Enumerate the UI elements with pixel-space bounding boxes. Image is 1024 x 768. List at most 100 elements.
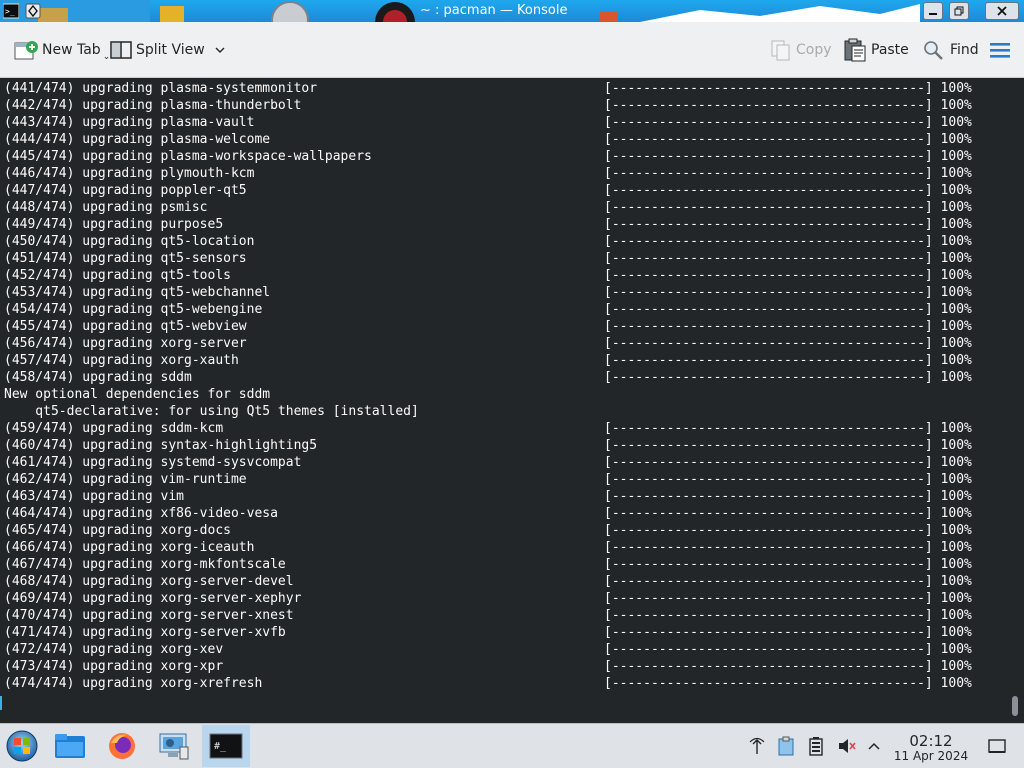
window-title: ~ : pacman — Konsole xyxy=(420,3,568,18)
konsole-toolbar: New Tab ⌄ Split View Copy Paste Find xyxy=(0,22,1024,78)
split-view-button[interactable]: Split View xyxy=(110,36,231,64)
terminal-line: (474/474) upgrading xorg-xrefresh [------… xyxy=(4,675,1004,692)
terminal-line-text: (442/474) upgrading plasma-thunderbolt xyxy=(4,98,302,113)
pin-icon[interactable] xyxy=(25,3,41,19)
terminal-scrollbar[interactable] xyxy=(1012,696,1018,716)
progress-bar-text: [---------------------------------------… xyxy=(604,234,972,249)
terminal-view[interactable]: (441/474) upgrading plasma-systemmonitor… xyxy=(0,78,1024,723)
copy-icon xyxy=(771,40,790,61)
progress-bar-text: [---------------------------------------… xyxy=(604,642,972,657)
terminal-line: (447/474) upgrading poppler-qt5 [--------… xyxy=(4,182,1004,199)
terminal-line: (443/474) upgrading plasma-vault [-------… xyxy=(4,114,1004,131)
terminal-line-text: (458/474) upgrading sddm xyxy=(4,370,192,385)
firefox-task[interactable] xyxy=(100,725,144,767)
new-tab-label: New Tab xyxy=(42,42,101,58)
terminal-line: (456/474) upgrading xorg-server [--------… xyxy=(4,335,1004,352)
clipboard-tray[interactable] xyxy=(776,736,796,756)
progress-bar-text: [---------------------------------------… xyxy=(604,98,972,113)
progress-bar-text: [---------------------------------------… xyxy=(604,438,972,453)
terminal-line-text: (465/474) upgrading xorg-docs xyxy=(4,523,231,538)
terminal-line: (472/474) upgrading xorg-xev [-----------… xyxy=(4,641,1004,658)
start-orb-icon xyxy=(6,730,38,762)
find-button[interactable]: Find xyxy=(922,36,979,64)
svg-text:#_: #_ xyxy=(214,741,227,752)
progress-bar-text: [---------------------------------------… xyxy=(604,676,972,691)
start-menu-button[interactable] xyxy=(0,725,44,767)
progress-bar-text: [---------------------------------------… xyxy=(604,574,972,589)
chevron-down-icon[interactable] xyxy=(213,43,227,57)
terminal-line: (464/474) upgrading xf86-video-vesa [----… xyxy=(4,505,1004,522)
terminal-line: New optional dependencies for sddm xyxy=(4,386,1004,403)
progress-bar-text: [---------------------------------------… xyxy=(604,455,972,470)
progress-bar-text: [---------------------------------------… xyxy=(604,149,972,164)
terminal-line-text: (463/474) upgrading vim xyxy=(4,489,185,504)
terminal-line-text: (461/474) upgrading systemd-sysvcompat xyxy=(4,455,302,470)
minimize-icon xyxy=(929,13,937,15)
terminal-line: (454/474) upgrading qt5-webengine [------… xyxy=(4,301,1004,318)
konsole-icon: #_ xyxy=(209,733,243,759)
paste-label: Paste xyxy=(871,42,909,58)
new-tab-icon xyxy=(14,41,38,60)
progress-bar-text: [---------------------------------------… xyxy=(604,489,972,504)
progress-bar-text: [---------------------------------------… xyxy=(604,251,972,266)
terminal-line-text: (467/474) upgrading xorg-mkfontscale xyxy=(4,557,286,572)
copy-button[interactable]: Copy xyxy=(770,36,832,64)
close-button[interactable] xyxy=(985,2,1019,20)
terminal-line-text: (468/474) upgrading xorg-server-devel xyxy=(4,574,294,589)
new-tab-button[interactable]: New Tab ⌄ xyxy=(14,36,110,64)
progress-bar-text: [---------------------------------------… xyxy=(604,421,972,436)
clipboard-icon xyxy=(778,736,794,756)
terminal-line-text: (447/474) upgrading poppler-qt5 xyxy=(4,183,247,198)
progress-bar-text: [---------------------------------------… xyxy=(604,336,972,351)
konsole-task[interactable]: #_ xyxy=(202,725,250,767)
terminal-line-text: (473/474) upgrading xorg-xpr xyxy=(4,659,224,674)
volume-tray[interactable] xyxy=(836,736,856,756)
terminal-line-text: (445/474) upgrading plasma-workspace-wal… xyxy=(4,149,372,164)
progress-bar-text: [---------------------------------------… xyxy=(604,132,972,147)
split-view-icon xyxy=(110,41,132,59)
network-tray[interactable] xyxy=(747,736,767,756)
chevron-up-icon xyxy=(868,742,880,750)
show-hidden-tray-button[interactable] xyxy=(864,736,884,756)
system-settings-icon xyxy=(159,733,189,760)
progress-bar-text: [---------------------------------------… xyxy=(604,285,972,300)
konsole-window-icon[interactable]: >_ xyxy=(2,3,20,19)
window-titlebar[interactable]: >_ ~ : pacman — Konsole xyxy=(0,0,1024,22)
paste-button[interactable]: Paste xyxy=(843,36,909,64)
terminal-line: (457/474) upgrading xorg-xauth [---------… xyxy=(4,352,1004,369)
terminal-line: (444/474) upgrading plasma-welcome [-----… xyxy=(4,131,1004,148)
progress-bar-text: [---------------------------------------… xyxy=(604,353,972,368)
taskbar: #_ 02:12 11 Apr 2024 xyxy=(0,723,1024,768)
terminal-line: (467/474) upgrading xorg-mkfontscale [---… xyxy=(4,556,1004,573)
restore-icon xyxy=(954,6,964,16)
terminal-line: (465/474) upgrading xorg-docs [----------… xyxy=(4,522,1004,539)
file-manager-task[interactable] xyxy=(48,725,92,767)
progress-bar-text: [---------------------------------------… xyxy=(604,659,972,674)
progress-bar-text: [---------------------------------------… xyxy=(604,608,972,623)
battery-tray[interactable] xyxy=(806,736,826,756)
terminal-line-text: (449/474) upgrading purpose5 xyxy=(4,217,224,232)
terminal-line-text: (454/474) upgrading qt5-webengine xyxy=(4,302,263,317)
find-label: Find xyxy=(950,42,979,58)
terminal-line: (455/474) upgrading qt5-webview [--------… xyxy=(4,318,1004,335)
progress-bar-text: [---------------------------------------… xyxy=(604,268,972,283)
volume-muted-icon xyxy=(839,739,856,753)
terminal-line: (460/474) upgrading syntax-highlighting5… xyxy=(4,437,1004,454)
terminal-line: qt5-declarative: for using Qt5 themes [i… xyxy=(4,403,1004,420)
hamburger-menu-button[interactable] xyxy=(989,36,1015,64)
progress-bar-text: [---------------------------------------… xyxy=(604,200,972,215)
terminal-line: (459/474) upgrading sddm-kcm [-----------… xyxy=(4,420,1004,437)
terminal-line-text: (474/474) upgrading xorg-xrefresh xyxy=(4,676,263,691)
progress-bar-text: [---------------------------------------… xyxy=(604,557,972,572)
progress-bar-text: [---------------------------------------… xyxy=(604,591,972,606)
copy-label: Copy xyxy=(796,42,832,58)
maximize-button[interactable] xyxy=(949,2,969,20)
terminal-line-text: (444/474) upgrading plasma-welcome xyxy=(4,132,271,147)
show-desktop-button[interactable] xyxy=(987,736,1007,756)
terminal-line: (470/474) upgrading xorg-server-xnest [--… xyxy=(4,607,1004,624)
minimize-button[interactable] xyxy=(923,2,943,20)
terminal-line: (449/474) upgrading purpose5 [-----------… xyxy=(4,216,1004,233)
system-settings-task[interactable] xyxy=(152,725,196,767)
terminal-line-text: (453/474) upgrading qt5-webchannel xyxy=(4,285,271,300)
terminal-scroll-marker xyxy=(0,696,2,710)
